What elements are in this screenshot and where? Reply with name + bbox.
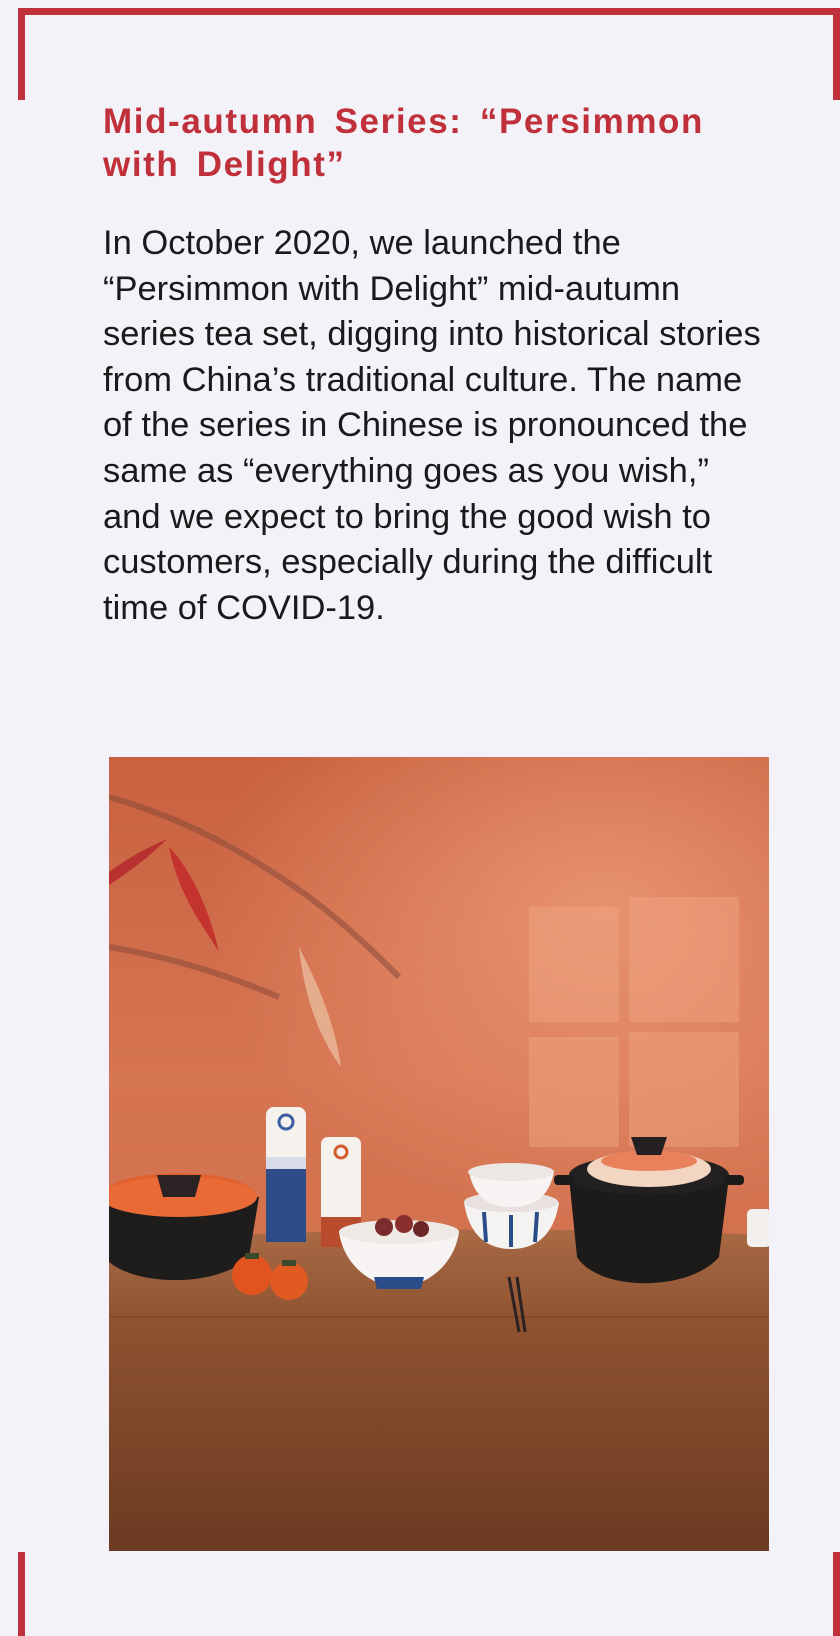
frame-left-bottom-border: [18, 1552, 25, 1636]
section-body: In October 2020, we launched the “Persim…: [103, 224, 761, 627]
section-title: Mid-autumn Series: “Persimmon with Delig…: [103, 102, 705, 184]
frame-right-bottom-border: [833, 1552, 840, 1636]
frame-left-top-border: [18, 8, 25, 100]
tea-set-photo: [109, 757, 769, 1551]
frame-right-top-border: [833, 8, 840, 100]
frame-top-border: [18, 8, 840, 15]
